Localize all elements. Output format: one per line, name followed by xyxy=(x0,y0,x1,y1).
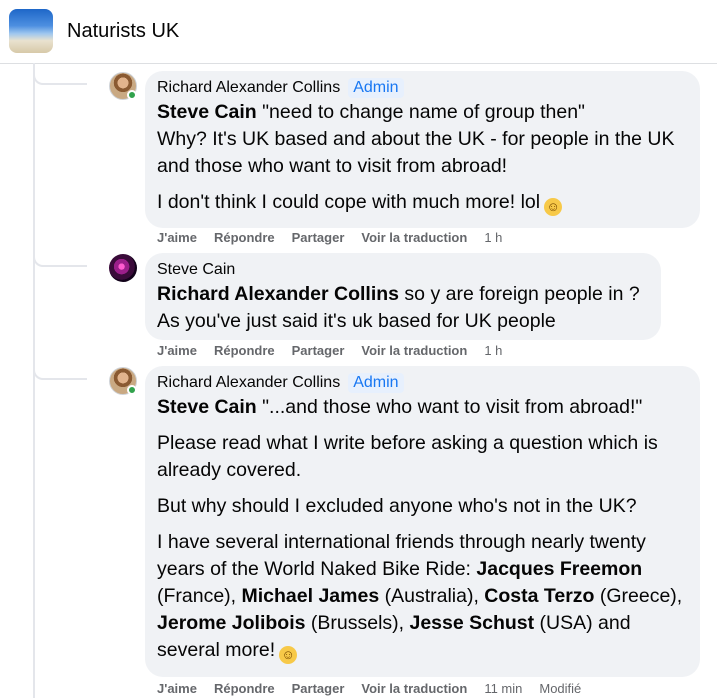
comment-text: (Greece), xyxy=(594,585,683,607)
mention-link[interactable]: Jesse Schust xyxy=(409,612,534,634)
mention-link[interactable]: Jerome Jolibois xyxy=(157,612,305,634)
reply-button[interactable]: Répondre xyxy=(214,230,275,245)
group-header: Naturists UK xyxy=(0,0,717,64)
mention-link[interactable]: Steve Cain xyxy=(157,396,257,418)
comment-text: "need to change name of group then" xyxy=(256,101,585,123)
share-button[interactable]: Partager xyxy=(292,343,345,358)
comment-bubble: Richard Alexander Collins Admin Steve Ca… xyxy=(145,366,700,677)
comment-text: As you've just said it's uk based for UK… xyxy=(157,310,556,332)
comment-author[interactable]: Steve Cain xyxy=(157,261,235,279)
timestamp[interactable]: 11 min xyxy=(484,681,522,696)
comment-text: "...and those who want to visit from abr… xyxy=(256,396,643,418)
comment-text: (Brussels), xyxy=(305,612,410,634)
comment-actions: J'aime Répondre Partager Voir la traduct… xyxy=(157,341,502,359)
admin-badge: Admin xyxy=(348,78,404,98)
like-button[interactable]: J'aime xyxy=(157,230,197,245)
translate-button[interactable]: Voir la traduction xyxy=(361,681,467,696)
thread-branch xyxy=(33,63,87,85)
share-button[interactable]: Partager xyxy=(292,681,345,696)
mention-link[interactable]: Costa Terzo xyxy=(484,585,594,607)
online-status-dot xyxy=(127,90,137,100)
edited-label[interactable]: Modifié xyxy=(539,681,581,696)
comment-bubble: Steve Cain Richard Alexander Collins so … xyxy=(145,253,661,340)
reply-button[interactable]: Répondre xyxy=(214,343,275,358)
comment-actions: J'aime Répondre Partager Voir la traduct… xyxy=(157,228,502,246)
smile-emoji-icon: ☺ xyxy=(279,646,298,664)
timestamp[interactable]: 1 h xyxy=(484,230,502,245)
comment-text: Why? It's UK based and about the UK - fo… xyxy=(157,128,675,177)
mention-link[interactable]: Jacques Freemon xyxy=(476,558,642,580)
mention-link[interactable]: Richard Alexander Collins xyxy=(157,283,399,305)
mention-link[interactable]: Michael James xyxy=(242,585,380,607)
comment-author[interactable]: Richard Alexander Collins xyxy=(157,79,340,97)
smile-emoji-icon: ☺ xyxy=(544,198,563,216)
comment-text: (Australia), xyxy=(379,585,485,607)
translate-button[interactable]: Voir la traduction xyxy=(361,230,467,245)
group-thumbnail[interactable] xyxy=(9,9,53,53)
comment-text: I don't think I could cope with much mor… xyxy=(157,191,541,213)
comment-text: But why should I excluded anyone who's n… xyxy=(157,495,637,517)
like-button[interactable]: J'aime xyxy=(157,681,197,696)
online-status-dot xyxy=(127,385,137,395)
comment-text: (France), xyxy=(157,585,242,607)
thread-branch xyxy=(33,358,87,380)
thread-line xyxy=(33,64,35,698)
share-button[interactable]: Partager xyxy=(292,230,345,245)
comment-bubble: Richard Alexander Collins Admin Steve Ca… xyxy=(145,71,700,228)
comment-text: Please read what I write before asking a… xyxy=(157,432,658,481)
timestamp[interactable]: 1 h xyxy=(484,343,502,358)
comment-text: so y are foreign people in ? xyxy=(399,283,640,305)
mention-link[interactable]: Steve Cain xyxy=(157,101,257,123)
reply-button[interactable]: Répondre xyxy=(214,681,275,696)
thread-branch xyxy=(33,245,87,267)
group-title[interactable]: Naturists UK xyxy=(67,19,179,43)
comment-author[interactable]: Richard Alexander Collins xyxy=(157,374,340,392)
avatar[interactable] xyxy=(109,254,137,282)
like-button[interactable]: J'aime xyxy=(157,343,197,358)
admin-badge: Admin xyxy=(348,373,404,393)
comment-actions: J'aime Répondre Partager Voir la traduct… xyxy=(157,679,581,697)
translate-button[interactable]: Voir la traduction xyxy=(361,343,467,358)
